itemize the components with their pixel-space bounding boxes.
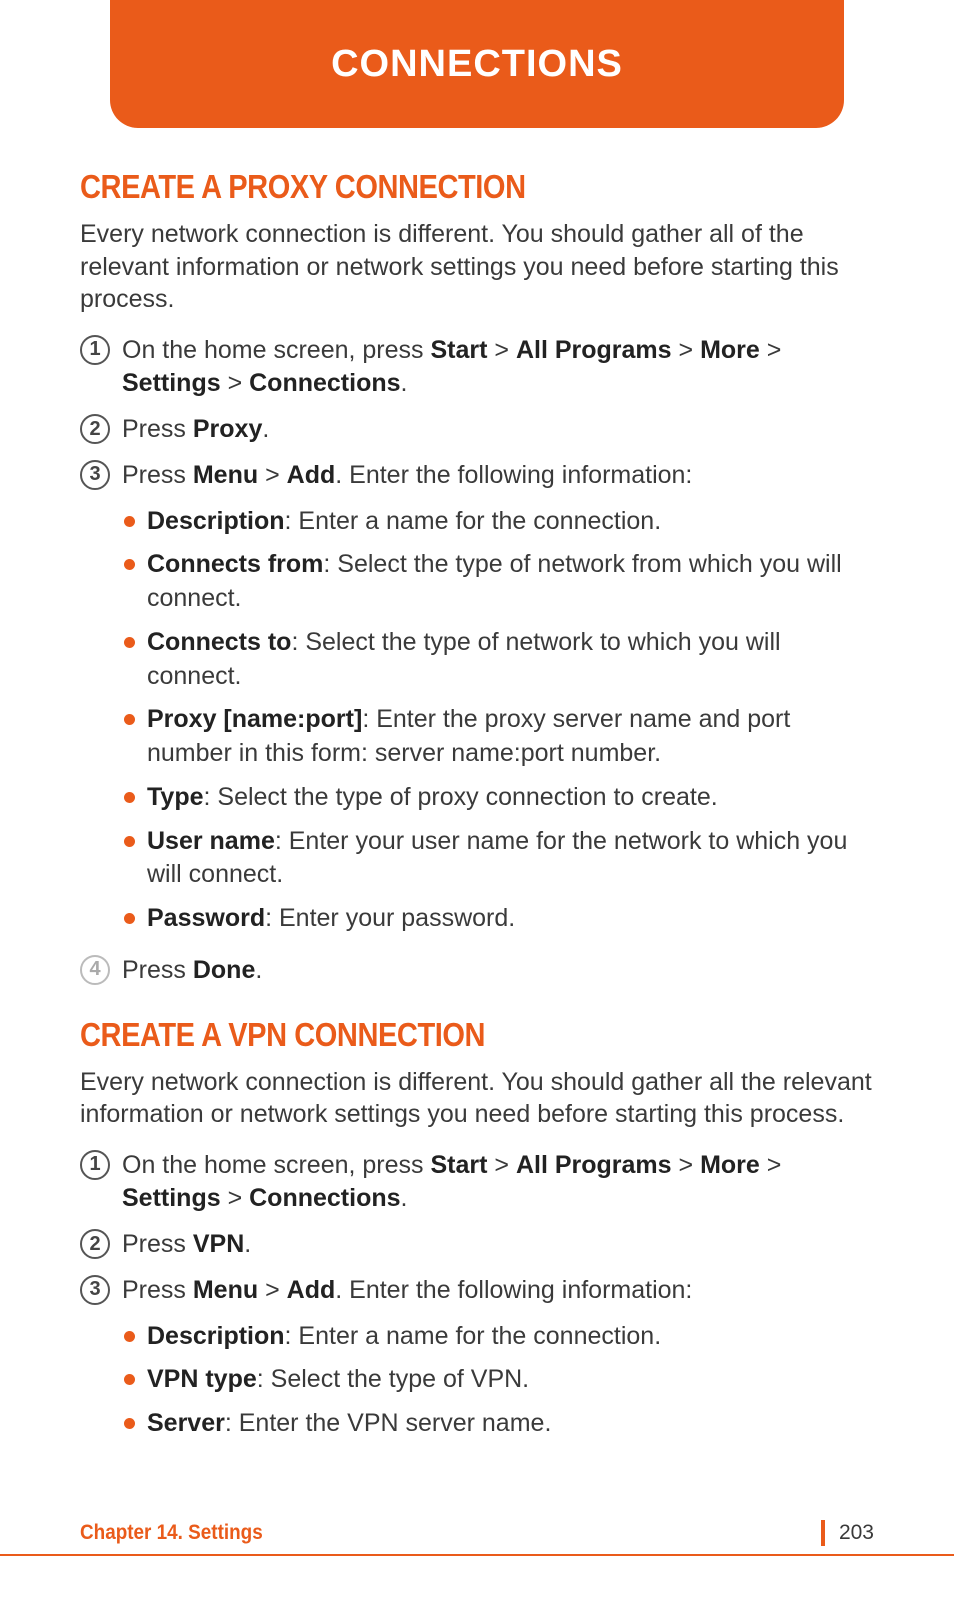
bullet-item: Proxy [name:port]: Enter the proxy serve…	[124, 703, 874, 771]
section1-step-1: 1 On the home screen, press Start > All …	[80, 334, 874, 402]
section2: CREATE A VPN CONNECTION Every network co…	[80, 1016, 874, 1441]
step-text: Press Menu > Add. Enter the following in…	[122, 1274, 874, 1308]
header-title: CONNECTIONS	[331, 43, 623, 86]
bullet-dot-icon	[124, 1374, 135, 1385]
page: CONNECTIONS CREATE A PROXY CONNECTION Ev…	[0, 0, 954, 1622]
step-number-4-icon: 4	[80, 955, 110, 985]
bullet-dot-icon	[124, 714, 135, 725]
bullet-item: Type: Select the type of proxy connectio…	[124, 781, 874, 815]
section1-intro: Every network connection is different. Y…	[80, 218, 874, 316]
bullet-dot-icon	[124, 913, 135, 924]
step-text: Press Proxy.	[122, 413, 874, 447]
bullet-dot-icon	[124, 1331, 135, 1342]
step-number-2-icon: 2	[80, 414, 110, 444]
content: CREATE A PROXY CONNECTION Every network …	[80, 168, 874, 1451]
page-number: 203	[839, 1521, 874, 1545]
bullet-item: Password: Enter your password.	[124, 902, 874, 936]
step-text: On the home screen, press Start > All Pr…	[122, 1149, 874, 1217]
step-number-1-icon: 1	[80, 1150, 110, 1180]
bullet-dot-icon	[124, 559, 135, 570]
bullet-item: Connects from: Select the type of networ…	[124, 548, 874, 616]
section1-title: CREATE A PROXY CONNECTION	[80, 168, 779, 206]
footer-right: 203	[821, 1520, 874, 1546]
step-text: On the home screen, press Start > All Pr…	[122, 334, 874, 402]
section1-step-2: 2 Press Proxy.	[80, 413, 874, 447]
step-number-1-icon: 1	[80, 335, 110, 365]
section1-step-3: 3 Press Menu > Add. Enter the following …	[80, 459, 874, 493]
section2-step-1: 1 On the home screen, press Start > All …	[80, 1149, 874, 1217]
section2-bullets: Description: Enter a name for the connec…	[80, 1320, 874, 1441]
footer-rule	[0, 1554, 954, 1556]
step-text: Press Done.	[122, 954, 874, 988]
bullet-dot-icon	[124, 1418, 135, 1429]
section2-title: CREATE A VPN CONNECTION	[80, 1016, 779, 1054]
step-number-3-icon: 3	[80, 1275, 110, 1305]
footer: Chapter 14. Settings 203	[0, 1520, 954, 1546]
bullet-item: Connects to: Select the type of network …	[124, 626, 874, 694]
section2-step-3: 3 Press Menu > Add. Enter the following …	[80, 1274, 874, 1308]
bullet-dot-icon	[124, 516, 135, 527]
section2-step-2: 2 Press VPN.	[80, 1228, 874, 1262]
section1-step-4: 4 Press Done.	[80, 954, 874, 988]
step-text: Press Menu > Add. Enter the following in…	[122, 459, 874, 493]
header-tab: CONNECTIONS	[110, 0, 844, 128]
section1-bullets: Description: Enter a name for the connec…	[80, 505, 874, 936]
bullet-item: Description: Enter a name for the connec…	[124, 1320, 874, 1354]
bullet-item: Description: Enter a name for the connec…	[124, 505, 874, 539]
bullet-item: User name: Enter your user name for the …	[124, 825, 874, 893]
step-number-3-icon: 3	[80, 460, 110, 490]
chapter-label: Chapter 14. Settings	[80, 1521, 263, 1545]
step-text: Press VPN.	[122, 1228, 874, 1262]
bullet-dot-icon	[124, 836, 135, 847]
section2-intro: Every network connection is different. Y…	[80, 1066, 874, 1131]
bullet-item: VPN type: Select the type of VPN.	[124, 1363, 874, 1397]
bullet-dot-icon	[124, 637, 135, 648]
step-number-2-icon: 2	[80, 1229, 110, 1259]
bullet-dot-icon	[124, 792, 135, 803]
bullet-item: Server: Enter the VPN server name.	[124, 1407, 874, 1441]
footer-divider-icon	[821, 1520, 825, 1546]
